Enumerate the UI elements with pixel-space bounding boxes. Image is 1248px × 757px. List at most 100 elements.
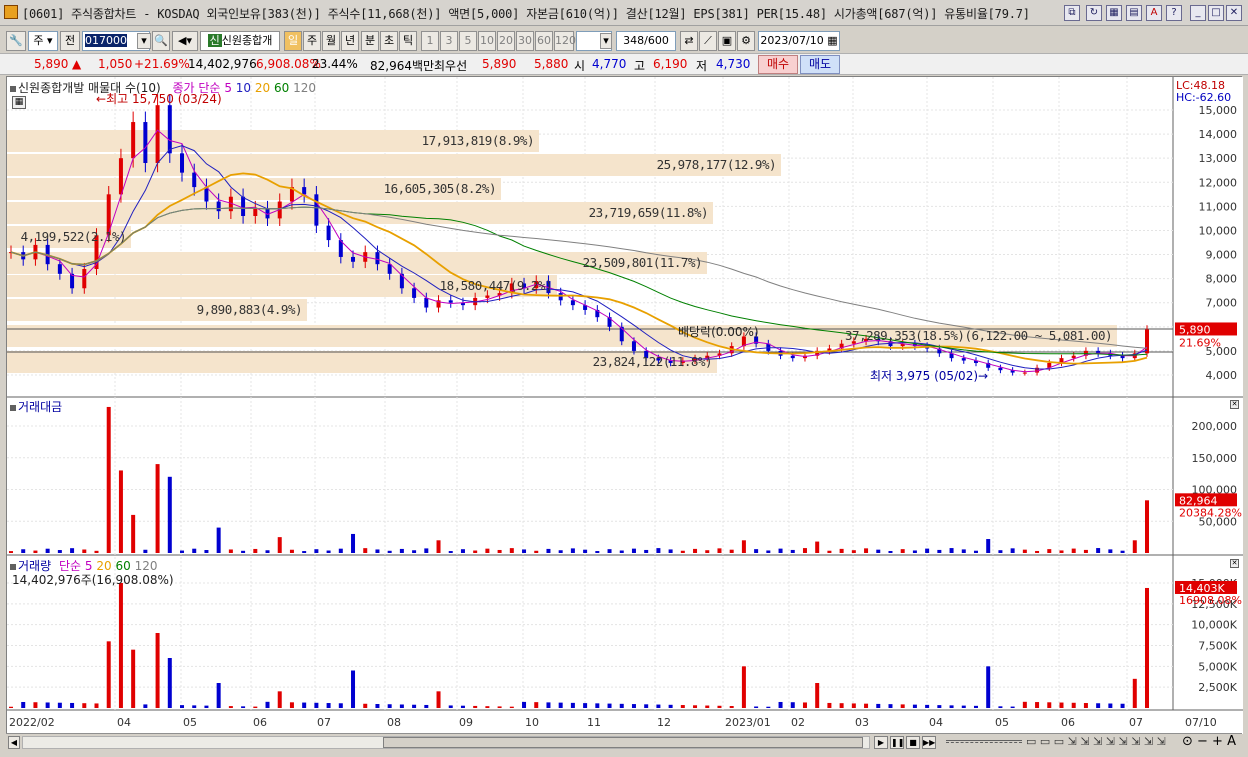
count-total: /600	[644, 34, 669, 47]
ma5-label: 5	[224, 81, 232, 95]
volume-bar	[180, 705, 185, 708]
link-icon[interactable]: ⧉	[1064, 5, 1080, 21]
interval-60[interactable]: 60	[535, 31, 553, 51]
value-bar	[1035, 550, 1040, 553]
value-bar	[1059, 550, 1064, 553]
volume-bar	[1010, 706, 1015, 708]
x-tick-label: 07	[317, 716, 331, 729]
help-icon[interactable]: ?	[1166, 5, 1182, 21]
volume-bar	[424, 704, 429, 708]
value-bar	[253, 548, 258, 553]
type-select[interactable]: 주 ▾	[28, 31, 58, 51]
value-bar	[216, 527, 221, 553]
scroll-track[interactable]	[22, 736, 870, 749]
value-bar	[412, 550, 417, 553]
volume-bar	[497, 706, 502, 708]
value-bar	[326, 550, 331, 553]
zoom-tools[interactable]: ⊙ − + A	[1182, 734, 1236, 749]
scroll-thumb[interactable]	[383, 737, 863, 748]
volume-bar	[57, 702, 62, 708]
tab-yearly[interactable]: 년	[341, 31, 359, 51]
tab-daily[interactable]: 일	[284, 31, 302, 51]
candle-body	[167, 105, 172, 154]
quote-bar: 5,890 ▲ 1,050 +21.69% 14,402,976 6,908.0…	[0, 53, 1248, 75]
volume-pane-close-icon[interactable]: ✕	[1230, 559, 1239, 568]
pause-icon[interactable]: ❚❚	[890, 736, 904, 749]
table-icon[interactable]: ▦	[12, 96, 26, 109]
value-bar	[668, 549, 673, 553]
interval-5[interactable]: 5	[459, 31, 477, 51]
volume-bar	[1071, 702, 1076, 708]
tool-icon[interactable]: 🔧	[6, 31, 26, 51]
value-bar	[167, 476, 172, 553]
sell-button[interactable]: 매도	[800, 55, 840, 74]
candle-body	[253, 208, 258, 216]
grid-icon[interactable]: ▤	[1126, 5, 1142, 21]
search-icon[interactable]: 🔍	[152, 31, 170, 51]
font-icon[interactable]: A	[1146, 5, 1162, 21]
value-bar	[973, 550, 978, 553]
volume-bar	[802, 702, 807, 708]
interval-10[interactable]: 10	[478, 31, 496, 51]
volume-bar	[986, 666, 991, 708]
scroll-left-icon[interactable]: ◀	[8, 736, 20, 749]
arrows-icon[interactable]: ⇄	[680, 31, 698, 51]
candle-body	[216, 201, 221, 212]
price-tick-label: 12,000	[1199, 176, 1238, 189]
interval-20[interactable]: 20	[497, 31, 515, 51]
value-pane-close-icon[interactable]: ✕	[1230, 400, 1239, 409]
code-dropdown[interactable]: ▾	[137, 33, 151, 49]
date-field[interactable]: 2023/07/10 ▦	[758, 31, 840, 51]
interval-1[interactable]: 1	[421, 31, 439, 51]
value-bar	[485, 548, 490, 553]
value-bar	[1022, 549, 1027, 553]
play-icon[interactable]: ▶	[874, 736, 888, 749]
volume-bar	[338, 703, 343, 708]
value-bar	[302, 551, 307, 553]
close-button[interactable]: ✕	[1226, 5, 1242, 21]
type-select-value: 주	[33, 34, 44, 47]
chart-canvas[interactable]: 15,000 14,000 13,000 12,000 11,000 10,000 9,00…	[7, 77, 1243, 734]
volume-bar	[778, 701, 783, 708]
interval-3[interactable]: 3	[440, 31, 458, 51]
value-bar	[1047, 549, 1052, 553]
tab-monthly[interactable]: 월	[322, 31, 340, 51]
buy-button[interactable]: 매수	[758, 55, 798, 74]
speaker-icon[interactable]: ◀▾	[172, 31, 198, 51]
tab-tick[interactable]: 틱	[399, 31, 417, 51]
layout-icon[interactable]: ▦	[1106, 5, 1122, 21]
candle-body	[241, 196, 246, 216]
interval-30[interactable]: 30	[516, 31, 534, 51]
count-field[interactable]: 348/600	[616, 31, 676, 51]
volume-bar	[864, 703, 869, 708]
drawing-tools[interactable]: ▭ ▭ ▭ ⇲ ⇲ ⇲ ⇲ ⇲ ⇲ ⇲ ⇲	[1026, 735, 1166, 748]
x-tick-label: 06	[253, 716, 267, 729]
low-price: 4,730	[716, 57, 751, 71]
volume-bar	[289, 702, 294, 708]
value-bar	[986, 539, 991, 553]
volume-bar	[1096, 703, 1101, 708]
tab-minute[interactable]: 분	[361, 31, 379, 51]
stop-icon[interactable]: ■	[906, 736, 920, 749]
refresh-icon[interactable]: ↻	[1086, 5, 1102, 21]
maximize-button[interactable]: □	[1208, 5, 1224, 21]
stock-name-field[interactable]: 신 신원종합개	[200, 31, 280, 51]
chart-type-icon[interactable]: ⟋	[699, 31, 717, 51]
interval-dropdown[interactable]: ▾	[600, 33, 612, 49]
interval-120[interactable]: 120	[554, 31, 576, 51]
window-title: [0601] 주식종합차트 - KOSDAQ 외국인보유[383(천)] 주식수…	[22, 7, 1030, 21]
tab-second[interactable]: 초	[380, 31, 398, 51]
chart-area[interactable]: 15,000 14,000 13,000 12,000 11,000 10,000 9,00…	[6, 76, 1243, 734]
settings-icon[interactable]: ⚙	[737, 31, 755, 51]
candle-body	[131, 122, 136, 159]
volume-bar	[534, 702, 539, 708]
minimize-button[interactable]: _	[1190, 5, 1206, 21]
candle-body	[631, 341, 636, 351]
fast-forward-icon[interactable]: ▶▶	[922, 736, 936, 749]
period-button[interactable]: 전	[60, 31, 80, 51]
speed-slider[interactable]	[946, 740, 1022, 743]
save-icon[interactable]: ▣	[718, 31, 736, 51]
tab-weekly[interactable]: 주	[303, 31, 321, 51]
low-annotation: 최저 3,975 (05/02)→	[870, 369, 989, 383]
value-bar	[912, 550, 917, 553]
